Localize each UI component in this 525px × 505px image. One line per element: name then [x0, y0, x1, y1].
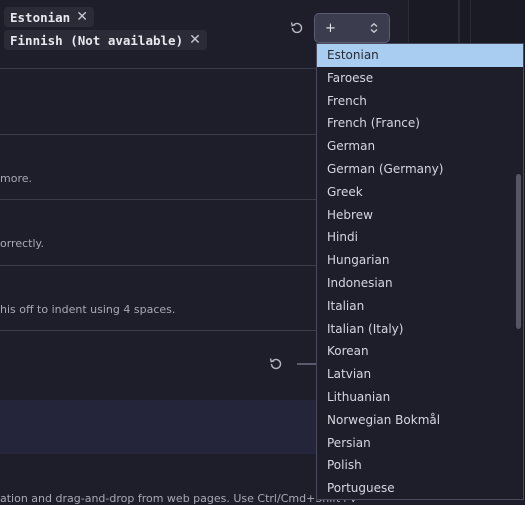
dropdown-option[interactable]: Portuguese — [317, 477, 523, 499]
chip-label: Finnish (Not available) — [10, 32, 184, 48]
dropdown-option[interactable]: Latvian — [317, 363, 523, 386]
language-chip-finnish: Finnish (Not available) ✕ — [4, 30, 207, 50]
chip-label: Estonian — [10, 9, 71, 25]
dropdown-option[interactable]: Norwegian Bokmål — [317, 409, 523, 432]
setting-description: ation and drag-and-drop from web pages. … — [0, 492, 358, 505]
dropdown-option[interactable]: Faroese — [317, 67, 523, 90]
dropdown-option[interactable]: Italian — [317, 295, 523, 318]
close-icon[interactable]: ✕ — [76, 9, 88, 25]
dropdown-option[interactable]: Lithuanian — [317, 386, 523, 409]
setting-description: orrectly. — [0, 237, 44, 250]
dropdown-option[interactable]: Greek — [317, 181, 523, 204]
dropdown-option[interactable]: Korean — [317, 340, 523, 363]
dropdown-option[interactable]: Persian — [317, 432, 523, 455]
language-dropdown-list[interactable]: Estonian Faroese French French (France) … — [316, 43, 524, 500]
dropdown-option[interactable]: Hungarian — [317, 249, 523, 272]
slider-track[interactable] — [297, 363, 316, 365]
dropdown-option[interactable]: Hindi — [317, 226, 523, 249]
dropdown-option[interactable]: French — [317, 90, 523, 113]
dropdown-option[interactable]: French (France) — [317, 112, 523, 135]
close-icon[interactable]: ✕ — [189, 32, 201, 48]
dropdown-option[interactable]: Estonian — [317, 44, 523, 67]
dropdown-option[interactable]: German (Germany) — [317, 158, 523, 181]
select-value: + — [325, 20, 336, 36]
add-language-select[interactable]: + — [314, 13, 390, 43]
dropdown-option[interactable]: Hebrew — [317, 204, 523, 227]
language-chip-estonian: Estonian ✕ — [4, 7, 94, 27]
chevron-updown-icon — [370, 22, 378, 34]
dropdown-option[interactable]: German — [317, 135, 523, 158]
setting-band — [0, 400, 316, 454]
dropdown-option[interactable]: Indonesian — [317, 272, 523, 295]
dropdown-option[interactable]: Italian (Italy) — [317, 318, 523, 341]
dropdown-scrollbar[interactable] — [516, 174, 521, 329]
dropdown-option[interactable]: Polish — [317, 454, 523, 477]
reset-icon[interactable] — [289, 20, 305, 36]
reset-icon[interactable] — [268, 356, 284, 372]
setting-description: more. — [0, 172, 32, 185]
setting-description: his off to indent using 4 spaces. — [0, 303, 176, 316]
